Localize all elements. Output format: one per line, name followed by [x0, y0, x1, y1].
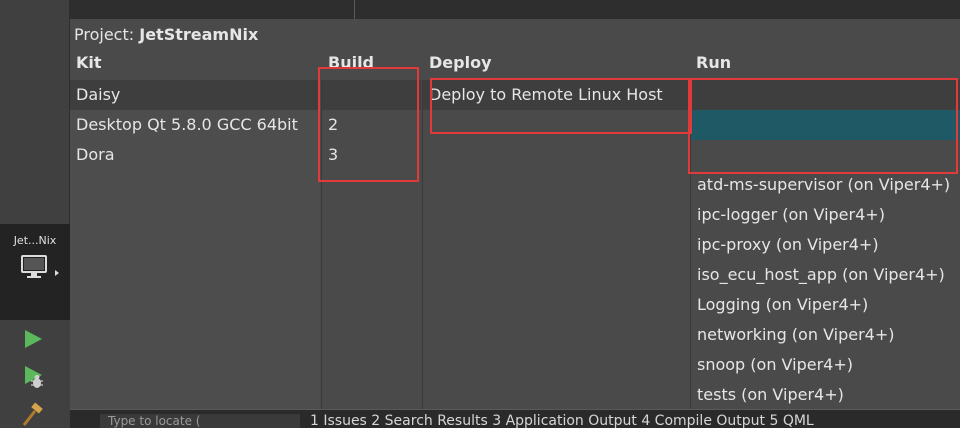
mode-sidebar: Jet...Nix — [0, 0, 70, 428]
kit-item[interactable]: Daisy — [70, 80, 320, 110]
run-item[interactable]: networking (on Viper4+) — [691, 320, 960, 350]
kit-item[interactable]: Dora — [70, 140, 320, 170]
kit-item[interactable]: Desktop Qt 5.8.0 GCC 64bit — [70, 110, 320, 140]
project-title: Project: JetStreamNix — [74, 25, 258, 44]
monitor-icon — [21, 255, 47, 278]
annotation-box-deploy — [430, 78, 692, 134]
build-hammer-icon[interactable] — [20, 402, 46, 428]
project-label: Project: — [74, 25, 135, 44]
deploy-column-header: Deploy — [429, 53, 492, 72]
mode-sidebar-upper — [0, 0, 70, 224]
run-item[interactable]: iso_ecu_host_app (on Viper4+) — [691, 260, 960, 290]
debug-run-icon[interactable] — [22, 364, 46, 390]
locator-input[interactable]: Type to locate ( — [100, 414, 300, 428]
run-item[interactable]: snoop (on Viper4+) — [691, 350, 960, 380]
run-item[interactable]: Logging (on Viper4+) — [691, 290, 960, 320]
project-name: JetStreamNix — [139, 25, 259, 44]
kit-selector-label: Jet...Nix — [13, 234, 57, 247]
output-pane-bar: Type to locate ( 1 Issues 2 Search Resul… — [70, 409, 960, 428]
run-item[interactable]: atd-ms-supervisor (on Viper4+) — [691, 170, 960, 200]
kit-column-header: Kit — [76, 53, 102, 72]
annotation-box-build — [318, 67, 419, 182]
run-icon[interactable] — [22, 328, 44, 350]
run-item[interactable]: ipc-proxy (on Viper4+) — [691, 230, 960, 260]
annotation-box-run — [688, 78, 958, 174]
chevron-right-icon — [55, 270, 59, 276]
run-column-header: Run — [696, 53, 732, 72]
run-item[interactable]: ipc-logger (on Viper4+) — [691, 200, 960, 230]
output-pane-tabs[interactable]: 1 Issues 2 Search Results 3 Application … — [310, 413, 814, 428]
run-item[interactable]: tests (on Viper4+) — [691, 380, 960, 410]
top-strip-divider — [354, 0, 355, 19]
kit-list: Daisy Desktop Qt 5.8.0 GCC 64bit Dora — [70, 80, 320, 409]
top-strip — [70, 0, 960, 19]
kit-selector[interactable]: Jet...Nix — [0, 224, 70, 320]
